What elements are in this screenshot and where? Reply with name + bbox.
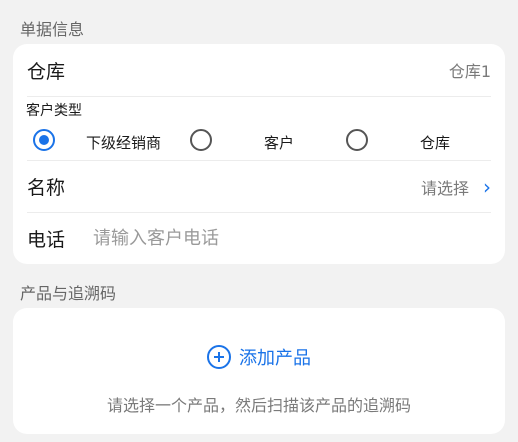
name-row[interactable]: 名称 请选择 › <box>13 161 505 212</box>
radio-customer-label[interactable]: 客户 <box>264 132 294 153</box>
phone-input[interactable] <box>91 227 396 250</box>
radio-dealer-label[interactable]: 下级经销商 <box>86 132 161 153</box>
products-section-title: 产品与追溯码 <box>20 284 117 303</box>
products-card: 添加产品 请选择一个产品，然后扫描该产品的追溯码 <box>13 308 505 434</box>
radio-warehouse[interactable] <box>346 129 368 151</box>
name-label: 名称 <box>27 177 66 199</box>
add-product-button[interactable]: 添加产品 <box>13 344 505 370</box>
phone-row: 电话 <box>13 213 505 264</box>
products-hint: 请选择一个产品，然后扫描该产品的追溯码 <box>106 396 411 415</box>
radio-dealer[interactable] <box>33 129 55 151</box>
customer-type-label: 客户类型 <box>26 103 82 119</box>
radio-warehouse-label[interactable]: 仓库 <box>420 132 450 153</box>
warehouse-value: 仓库1 <box>448 62 491 81</box>
chevron-right-icon: › <box>483 174 491 199</box>
doc-info-card: 仓库 仓库1 客户类型 下级经销商 客户 仓库 名称 请选择 › 电话 <box>13 44 505 264</box>
plus-circle-icon <box>207 345 231 369</box>
divider <box>27 96 491 97</box>
add-product-label: 添加产品 <box>239 348 311 369</box>
phone-label: 电话 <box>27 229 66 251</box>
doc-info-section-title: 单据信息 <box>20 20 85 39</box>
warehouse-label: 仓库 <box>27 60 66 83</box>
warehouse-row[interactable]: 仓库 仓库1 <box>13 44 505 96</box>
radio-customer[interactable] <box>190 129 212 151</box>
name-select-placeholder: 请选择 <box>420 178 469 198</box>
